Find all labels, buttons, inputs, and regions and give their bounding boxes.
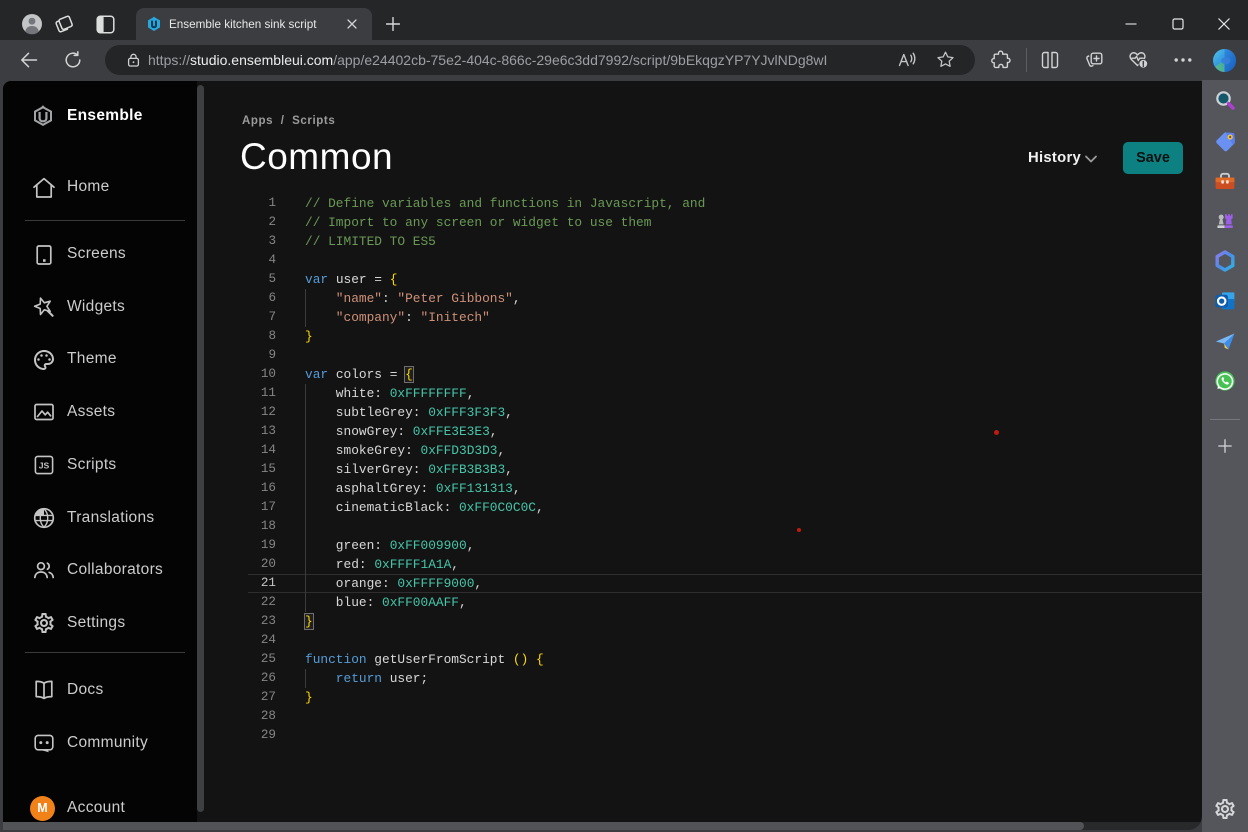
svg-text:JS: JS [39, 461, 50, 471]
